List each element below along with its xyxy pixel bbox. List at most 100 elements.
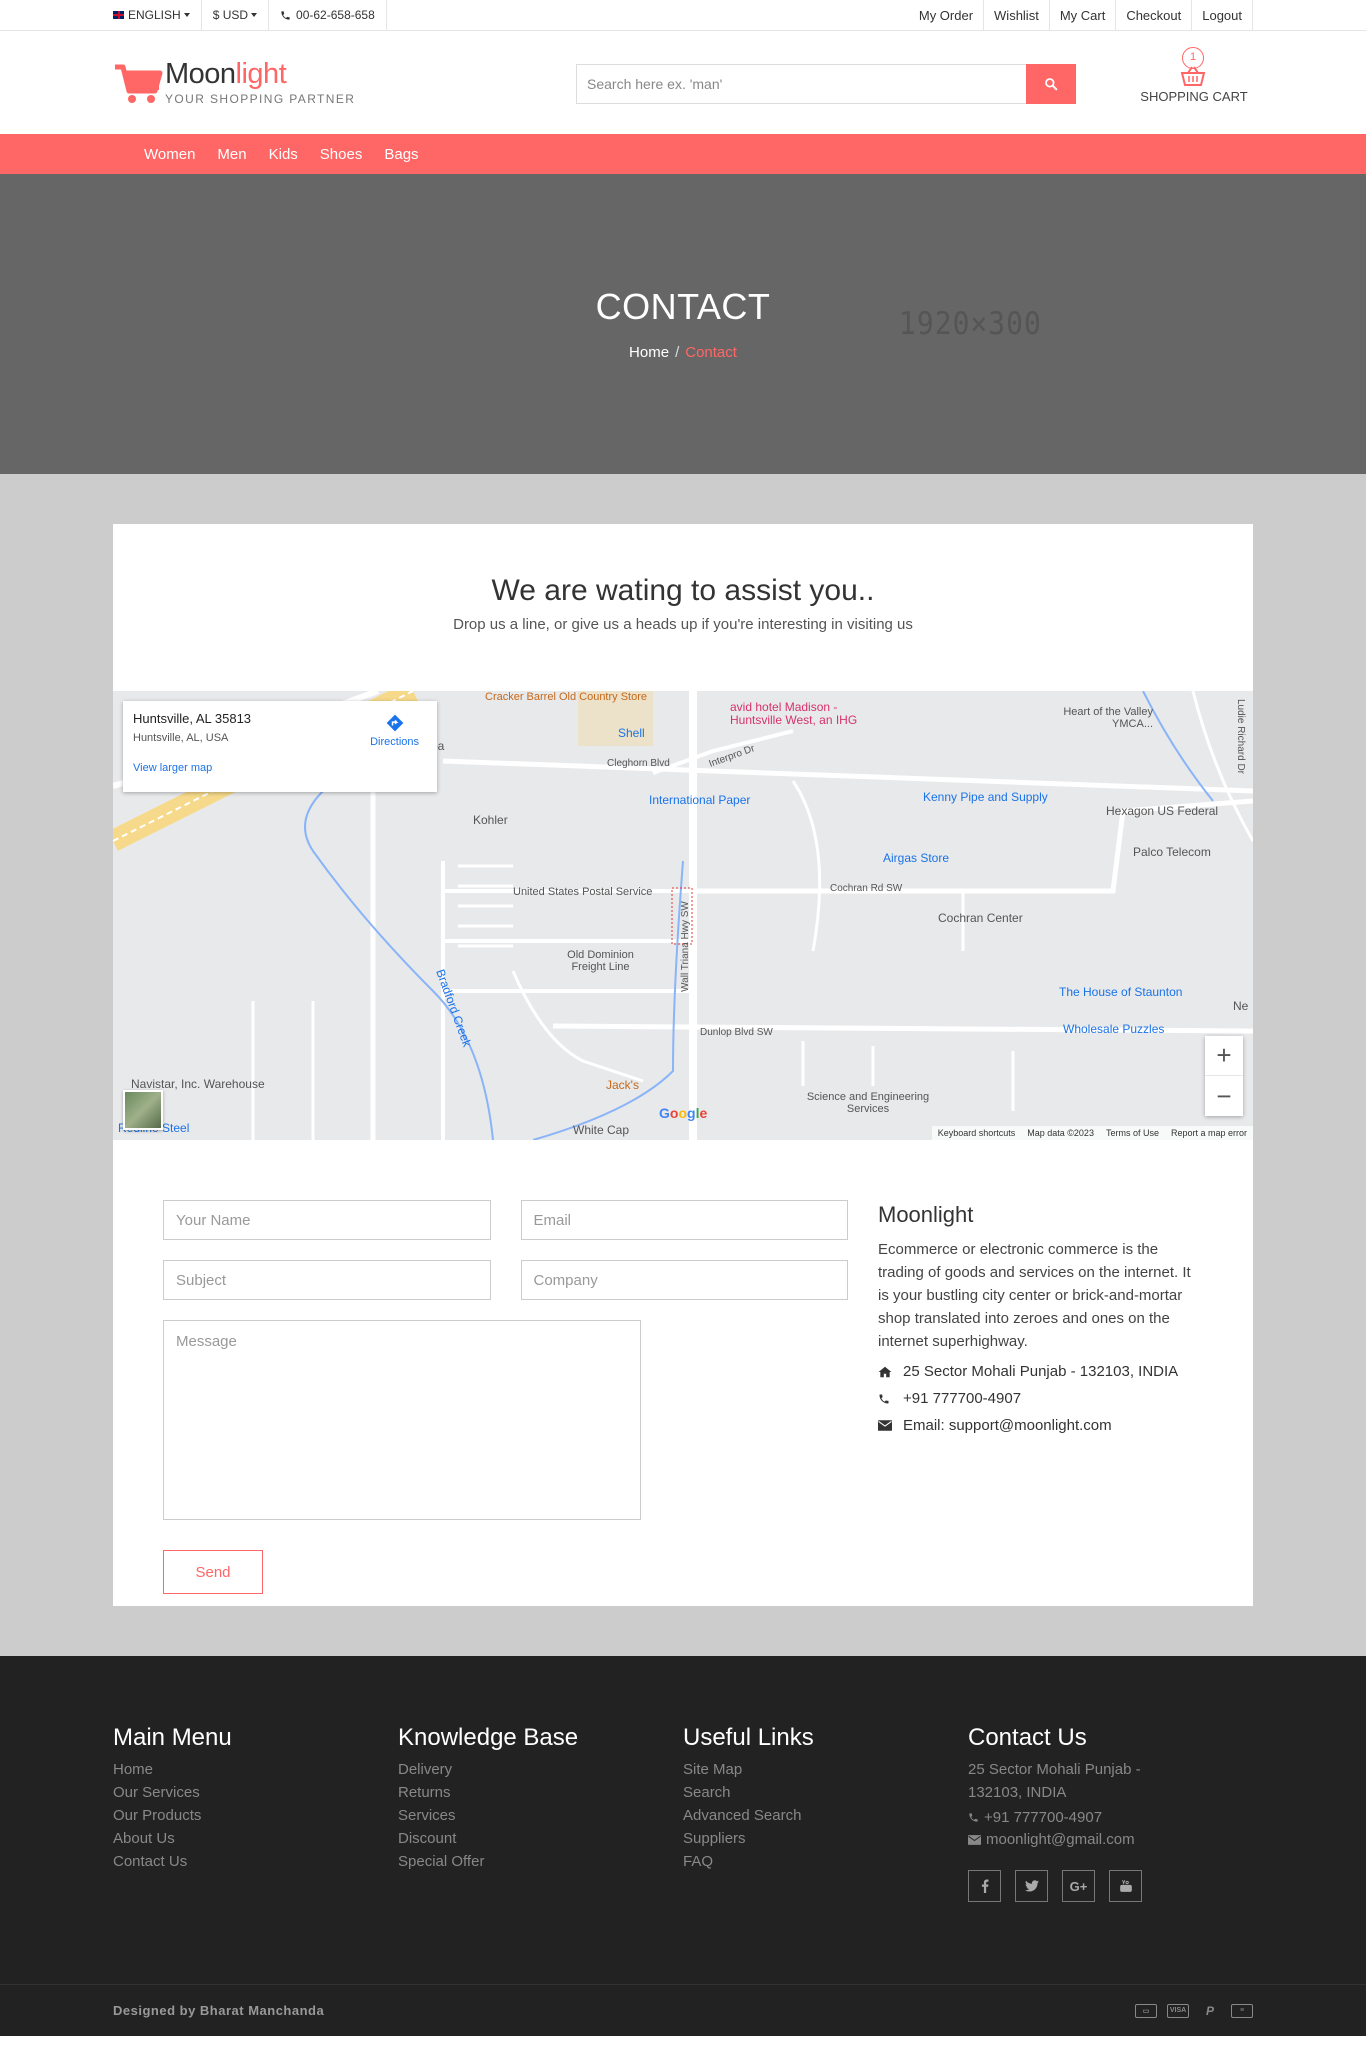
twitter-icon[interactable] xyxy=(1015,1870,1048,1902)
map-label: International Paper xyxy=(649,793,751,807)
footer-link-about-us[interactable]: About Us xyxy=(113,1827,398,1850)
currency-selector[interactable]: $ USD xyxy=(202,0,270,30)
google-map[interactable]: Cracker Barrel Old Country Store avid ho… xyxy=(113,691,1253,1140)
view-larger-map-link[interactable]: View larger map xyxy=(133,762,427,774)
map-label: Kenny Pipe and Supply xyxy=(923,790,1048,804)
phone-icon xyxy=(281,10,290,20)
contact-info: Moonlight Ecommerce or electronic commer… xyxy=(878,1200,1203,1594)
page-title: CONTACT xyxy=(595,286,771,327)
checkout-link[interactable]: Checkout xyxy=(1116,0,1193,30)
shopping-cart[interactable]: 1 SHOPPING CART xyxy=(1139,47,1249,104)
page-banner: 1920×300 CONTACT Home / Contact xyxy=(0,174,1366,474)
home-icon xyxy=(878,1366,892,1377)
footer-useful-links: Useful Links Site Map Search Advanced Se… xyxy=(683,1724,968,1902)
footer-link-services[interactable]: Services xyxy=(398,1804,683,1827)
search-input[interactable] xyxy=(576,64,1026,104)
zoom-in-button[interactable]: + xyxy=(1205,1036,1243,1076)
nav-shoes[interactable]: Shoes xyxy=(309,134,374,174)
footer-link-special-offer[interactable]: Special Offer xyxy=(398,1850,683,1873)
footer-link-delivery[interactable]: Delivery xyxy=(398,1758,683,1781)
map-label: Wall Triana Hwy SW xyxy=(679,901,691,992)
caret-down-icon xyxy=(251,13,258,17)
designer-credit: Designed by Bharat Manchanda xyxy=(113,2003,325,2018)
footer-link-faq[interactable]: FAQ xyxy=(683,1850,968,1873)
footer-email: moonlight@gmail.com xyxy=(968,1831,1253,1848)
footer-phone: +91 777700-4907 xyxy=(968,1809,1253,1826)
search-button[interactable] xyxy=(1026,64,1076,104)
company-field[interactable]: Company xyxy=(520,1260,848,1300)
site-header: Moonlight YOUR SHOPPING PARTNER 1 SHOPPI… xyxy=(0,31,1366,134)
site-footer: Main Menu Home Our Services Our Products… xyxy=(0,1656,1366,2036)
map-label: Wholesale Puzzles xyxy=(1063,1022,1165,1036)
footer-knowledge-base: Knowledge Base Delivery Returns Services… xyxy=(398,1724,683,1902)
footer-link-our-products[interactable]: Our Products xyxy=(113,1804,398,1827)
send-button[interactable]: Send xyxy=(163,1550,263,1594)
map-footer: Keyboard shortcuts Map data ©2023 Terms … xyxy=(931,1126,1253,1140)
map-label: The House of Staunton xyxy=(1059,985,1183,999)
card-icon: ≡ xyxy=(1231,2003,1253,2018)
terms-link[interactable]: Terms of Use xyxy=(1106,1128,1159,1138)
map-label: Dunlop Blvd SW xyxy=(700,1027,773,1038)
nav-kids[interactable]: Kids xyxy=(258,134,309,174)
map-label: White Cap xyxy=(573,1123,630,1137)
nav-women[interactable]: Women xyxy=(130,134,206,174)
search-bar xyxy=(576,64,1076,104)
footer-main-menu: Main Menu Home Our Services Our Products… xyxy=(113,1724,398,1902)
info-address: 25 Sector Mohali Punjab - 132103, INDIA xyxy=(878,1363,1203,1380)
footer-link-site-map[interactable]: Site Map xyxy=(683,1758,968,1781)
map-label: Old Dominion Freight Line xyxy=(567,949,634,973)
contact-card: We are wating to assist you.. Drop us a … xyxy=(113,524,1253,1606)
main-content: We are wating to assist you.. Drop us a … xyxy=(0,474,1366,1656)
map-label: Jack's xyxy=(606,1078,639,1092)
info-phone: +91 777700-4907 xyxy=(878,1390,1203,1407)
map-label: Cochran Center xyxy=(938,911,1023,925)
breadcrumb-home[interactable]: Home xyxy=(629,344,669,361)
nav-men[interactable]: Men xyxy=(206,134,257,174)
paypal-icon: P xyxy=(1205,2003,1214,2018)
envelope-icon xyxy=(878,1420,892,1431)
satellite-thumbnail[interactable] xyxy=(123,1090,163,1130)
footer-contact-us: Contact Us 25 Sector Mohali Punjab - 132… xyxy=(968,1724,1253,1902)
footer-link-advanced-search[interactable]: Advanced Search xyxy=(683,1804,968,1827)
credit-card-icon: ▭ xyxy=(1135,2003,1157,2018)
footer-link-home[interactable]: Home xyxy=(113,1758,398,1781)
footer-link-our-services[interactable]: Our Services xyxy=(113,1781,398,1804)
my-order-link[interactable]: My Order xyxy=(909,0,985,30)
email-field[interactable]: Email xyxy=(520,1200,848,1240)
map-label: Cleghorn Blvd xyxy=(607,758,670,769)
footer-link-contact-us[interactable]: Contact Us xyxy=(113,1850,398,1873)
nav-bags[interactable]: Bags xyxy=(373,134,429,174)
contact-form: Your Name Email Subject Company Message … xyxy=(163,1200,848,1594)
map-label: Cochran Rd SW xyxy=(830,883,903,894)
youtube-icon[interactable] xyxy=(1109,1870,1142,1902)
footer-link-returns[interactable]: Returns xyxy=(398,1781,683,1804)
visa-icon: VISA xyxy=(1167,2003,1189,2018)
google-plus-icon[interactable]: G+ xyxy=(1062,1870,1095,1902)
tagline: YOUR SHOPPING PARTNER xyxy=(165,91,356,106)
map-label: Airgas Store xyxy=(883,851,950,865)
footer-link-search[interactable]: Search xyxy=(683,1781,968,1804)
report-error-link[interactable]: Report a map error xyxy=(1171,1128,1247,1138)
uk-flag-icon xyxy=(113,11,124,19)
name-field[interactable]: Your Name xyxy=(163,1200,491,1240)
footer-link-discount[interactable]: Discount xyxy=(398,1827,683,1850)
facebook-icon[interactable] xyxy=(968,1870,1001,1902)
my-cart-link[interactable]: My Cart xyxy=(1050,0,1117,30)
info-title: Moonlight xyxy=(878,1202,974,1227)
directions-icon xyxy=(386,714,403,732)
footer-link-suppliers[interactable]: Suppliers xyxy=(683,1827,968,1850)
message-field[interactable]: Message xyxy=(163,1320,641,1520)
keyboard-shortcuts-link[interactable]: Keyboard shortcuts xyxy=(938,1128,1016,1138)
directions-button[interactable]: Directions xyxy=(370,713,419,748)
cart-logo-icon xyxy=(115,64,163,103)
intro-heading: We are wating to assist you.. xyxy=(491,574,875,607)
map-label: Cracker Barrel Old Country Store xyxy=(485,691,647,703)
logout-link[interactable]: Logout xyxy=(1192,0,1253,30)
phone-icon xyxy=(969,1813,978,1822)
map-label: Science and Engineering Services xyxy=(806,1091,930,1115)
language-selector[interactable]: ENGLISH xyxy=(113,0,202,30)
zoom-out-button[interactable]: − xyxy=(1205,1076,1243,1116)
subject-field[interactable]: Subject xyxy=(163,1260,491,1300)
site-logo[interactable]: Moonlight YOUR SHOPPING PARTNER xyxy=(113,59,356,106)
wishlist-link[interactable]: Wishlist xyxy=(984,0,1050,30)
